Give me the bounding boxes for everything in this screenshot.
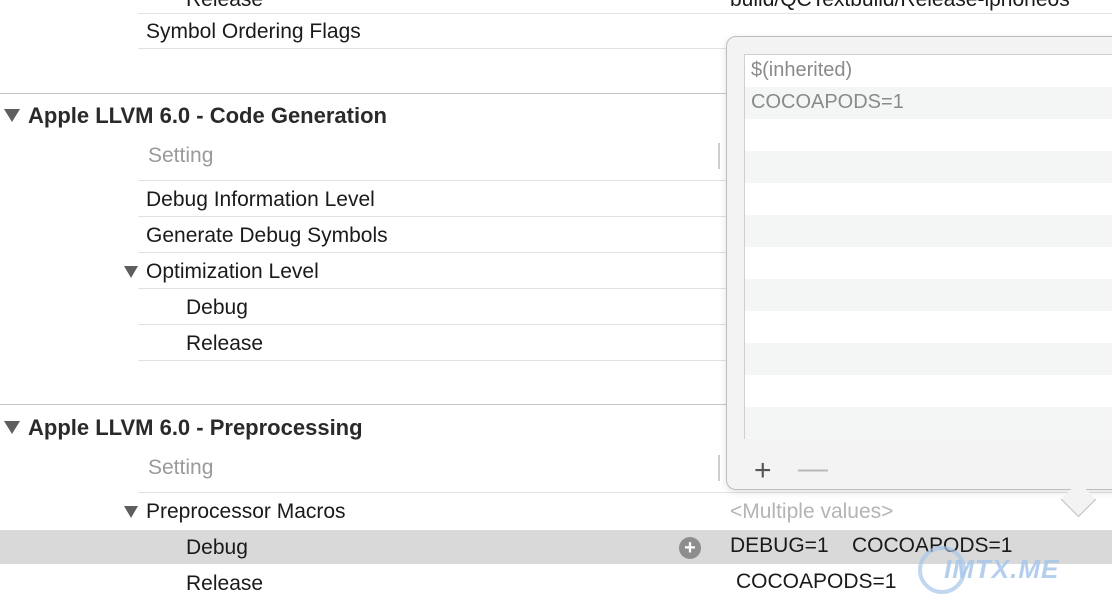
optimization-debug-row[interactable]: Debug xyxy=(186,296,248,320)
list-stripe xyxy=(745,343,1112,375)
disclosure-triangle-icon[interactable] xyxy=(4,421,20,434)
disclosure-triangle-icon[interactable] xyxy=(124,266,138,278)
list-stripe xyxy=(745,279,1112,311)
popover-value-item[interactable]: COCOAPODS=1 xyxy=(751,91,904,114)
row-divider xyxy=(138,13,1112,14)
list-stripe xyxy=(745,215,1112,247)
release-value-top: build/QCTextbuild/Release-iphoneos xyxy=(730,0,1070,12)
optimization-level-row[interactable]: Optimization Level xyxy=(146,260,319,284)
optimization-release-row[interactable]: Release xyxy=(186,332,263,356)
preprocessor-macros-row[interactable]: Preprocessor Macros xyxy=(146,500,346,524)
remove-value-button[interactable]: — xyxy=(798,454,828,484)
watermark-text: IMTX.ME xyxy=(944,554,1060,584)
popover-value-item[interactable]: $(inherited) xyxy=(751,59,852,82)
list-stripe xyxy=(745,407,1112,439)
column-header-setting[interactable]: Setting xyxy=(148,456,213,480)
section-title-code-generation[interactable]: Apple LLVM 6.0 - Code Generation xyxy=(28,103,387,129)
preprocessor-release-value[interactable]: COCOAPODS=1 xyxy=(736,570,896,594)
generate-debug-symbols-row[interactable]: Generate Debug Symbols xyxy=(146,224,388,248)
debug-information-level-row[interactable]: Debug Information Level xyxy=(146,188,375,212)
preprocessor-debug-label: Debug xyxy=(186,536,248,559)
column-separator[interactable] xyxy=(718,143,720,169)
section-title-preprocessing[interactable]: Apple LLVM 6.0 - Preprocessing xyxy=(28,415,363,441)
disclosure-triangle-icon[interactable] xyxy=(124,506,138,518)
multiple-values-text: <Multiple values> xyxy=(730,500,894,523)
row-divider xyxy=(138,492,1112,493)
preprocessor-release-label[interactable]: Release xyxy=(186,572,263,596)
column-header-setting[interactable]: Setting xyxy=(148,144,213,168)
symbol-ordering-flags-row[interactable]: Symbol Ordering Flags xyxy=(146,20,361,44)
preprocessor-debug-value-1[interactable]: DEBUG=1 xyxy=(730,534,829,558)
popover-value-list[interactable]: $(inherited) COCOAPODS=1 xyxy=(744,54,1112,439)
list-stripe xyxy=(745,151,1112,183)
column-separator[interactable] xyxy=(718,455,720,481)
add-value-button[interactable]: + xyxy=(754,456,772,486)
release-label-top: Release xyxy=(186,0,263,12)
disclosure-triangle-icon[interactable] xyxy=(4,109,20,122)
add-condition-icon[interactable]: + xyxy=(679,537,701,559)
